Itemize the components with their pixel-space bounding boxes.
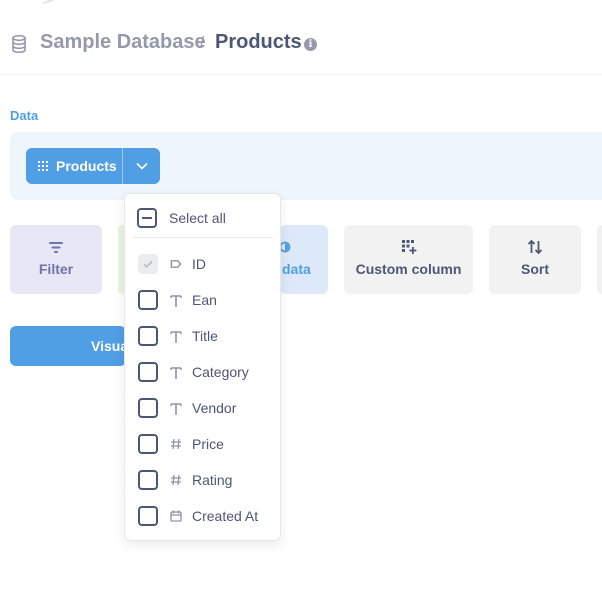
filter-label: Filter (38, 261, 74, 277)
custom-column-label: Custom column (355, 261, 462, 277)
column-row-id[interactable]: ID (138, 253, 206, 275)
column-checkbox-created-at[interactable] (138, 506, 158, 526)
column-row-created-at[interactable]: Created At (138, 505, 258, 527)
custom-column-button[interactable]: Custom column (344, 225, 473, 294)
calendar-icon (170, 509, 182, 523)
info-icon[interactable]: i (304, 38, 317, 51)
join-data-label: data (282, 261, 311, 277)
column-label: Rating (192, 472, 233, 488)
sort-label: Sort (521, 261, 549, 277)
visualize-button[interactable]: Visua (10, 326, 126, 366)
page-header: Sample Database / Products i (0, 0, 602, 75)
source-table-pill: Products (26, 148, 160, 184)
column-checkbox-ean[interactable] (138, 290, 158, 310)
text-icon (170, 401, 182, 415)
select-all-checkbox[interactable] (137, 208, 157, 228)
more-steps-button[interactable] (597, 225, 602, 294)
page-title: Products (215, 31, 302, 53)
column-checkbox-title[interactable] (138, 326, 158, 346)
column-checkbox-id (138, 254, 158, 274)
sort-button[interactable]: Sort (489, 225, 581, 294)
column-picker-toggle[interactable] (123, 148, 160, 184)
column-row-title[interactable]: Title (138, 325, 218, 347)
select-all-label: Select all (169, 210, 226, 226)
table-grid-icon (38, 161, 48, 171)
add-column-grid-icon (401, 240, 416, 254)
checkmark-icon (143, 260, 153, 268)
source-table-label: Products (56, 158, 117, 174)
number-icon (170, 473, 182, 487)
select-all-row[interactable]: Select all (137, 208, 226, 228)
column-label: Ean (192, 292, 217, 308)
column-label: Created At (192, 508, 259, 524)
column-row-price[interactable]: Price (138, 433, 224, 455)
column-checkbox-category[interactable] (138, 362, 158, 382)
column-row-rating[interactable]: Rating (138, 469, 232, 491)
join-data-button[interactable]: data (280, 225, 328, 294)
data-section-label: Data (10, 108, 39, 123)
column-picker-popover: Select all ID Ean Title Category Vendor … (124, 193, 281, 541)
filter-button[interactable]: Filter (10, 225, 102, 294)
key-tag-icon (170, 257, 182, 271)
column-row-vendor[interactable]: Vendor (138, 397, 236, 419)
column-label: Title (192, 328, 218, 344)
text-icon (170, 293, 182, 307)
popover-divider (133, 237, 273, 238)
sort-arrows-icon (527, 239, 543, 255)
column-checkbox-vendor[interactable] (138, 398, 158, 418)
column-label: Vendor (192, 400, 237, 416)
breadcrumb-database[interactable]: Sample Database (40, 31, 206, 54)
text-icon (170, 329, 182, 343)
breadcrumb-separator: / (200, 34, 205, 51)
column-label: Price (192, 436, 224, 452)
column-checkbox-rating[interactable] (138, 470, 158, 490)
join-icon (280, 241, 291, 253)
number-icon (170, 437, 182, 451)
filter-icon (49, 242, 63, 253)
column-row-category[interactable]: Category (138, 361, 249, 383)
database-icon (12, 35, 26, 53)
column-row-ean[interactable]: Ean (138, 289, 217, 311)
source-table-button[interactable]: Products (26, 148, 123, 184)
text-icon (170, 365, 182, 379)
column-label: Category (192, 364, 249, 380)
chevron-down-icon (135, 162, 148, 170)
column-label: ID (192, 256, 206, 272)
column-checkbox-price[interactable] (138, 434, 158, 454)
